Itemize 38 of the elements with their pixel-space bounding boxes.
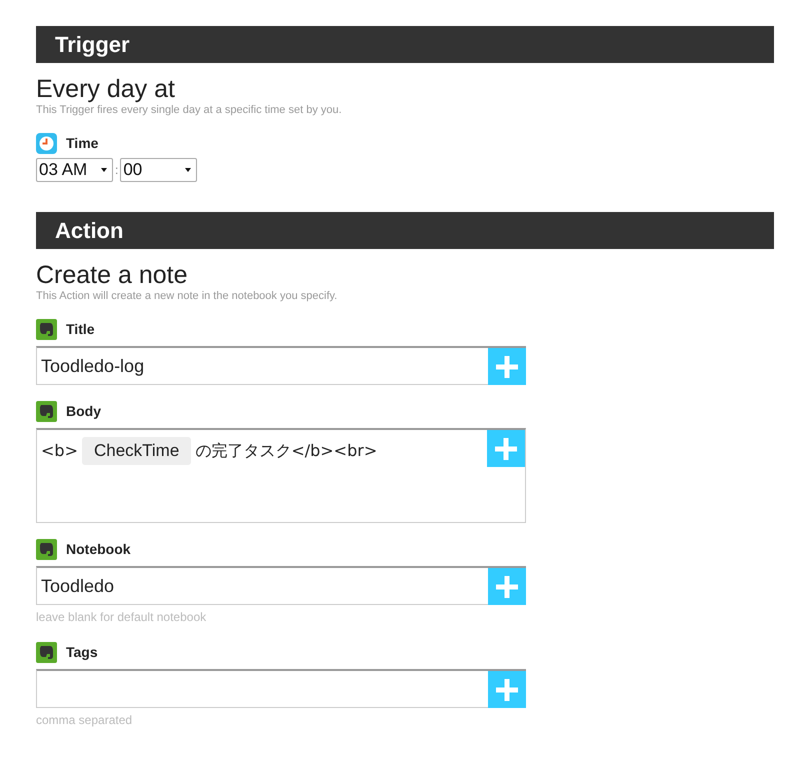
field-label: Tags	[66, 643, 98, 662]
body-field[interactable]: <b> CheckTime の完了タスク</b><br>	[36, 428, 526, 523]
time-select[interactable]: 03 AM	[36, 158, 113, 182]
section-description: This Trigger fires every single day at a specific time set by you.	[36, 103, 343, 117]
field-label: Body	[66, 402, 101, 421]
section-title: Every day at	[36, 75, 176, 103]
dropdown-caret-icon	[101, 168, 107, 172]
text-field[interactable]	[36, 669, 488, 708]
section-header: Action	[36, 212, 774, 249]
section-title: Create a note	[36, 261, 188, 289]
plus-icon	[495, 354, 519, 378]
variable-token[interactable]: CheckTime	[82, 437, 192, 464]
text-field[interactable]: Toodledo-log	[36, 346, 488, 385]
section-description: This Action will create a new note in the notebook you specify.	[36, 289, 338, 303]
field-label: Notebook	[66, 540, 131, 559]
clock-icon	[36, 133, 57, 154]
elephant-icon	[36, 401, 57, 422]
plus-icon	[495, 574, 519, 598]
body-text: <b>	[41, 440, 78, 462]
dropdown-caret-icon	[185, 168, 192, 172]
plus-icon	[494, 436, 518, 460]
elephant-icon	[36, 319, 57, 340]
field-label: Time	[66, 134, 98, 153]
insert-button[interactable]	[488, 671, 526, 708]
field-label: Title	[66, 320, 95, 339]
time-separator: :	[115, 162, 118, 179]
text-field[interactable]: Toodledo	[36, 566, 488, 605]
insert-button[interactable]	[487, 430, 525, 467]
elephant-icon	[36, 642, 57, 663]
plus-icon	[495, 678, 519, 702]
field-hint: leave blank for default notebook	[36, 609, 208, 626]
field-hint: comma separated	[36, 712, 134, 729]
time-select[interactable]: 00	[120, 158, 198, 182]
insert-button[interactable]	[488, 568, 526, 605]
section-header: Trigger	[36, 26, 774, 63]
body-text: の完了タスク</b><br>	[195, 440, 378, 462]
elephant-icon	[36, 539, 57, 560]
insert-button[interactable]	[488, 348, 526, 385]
